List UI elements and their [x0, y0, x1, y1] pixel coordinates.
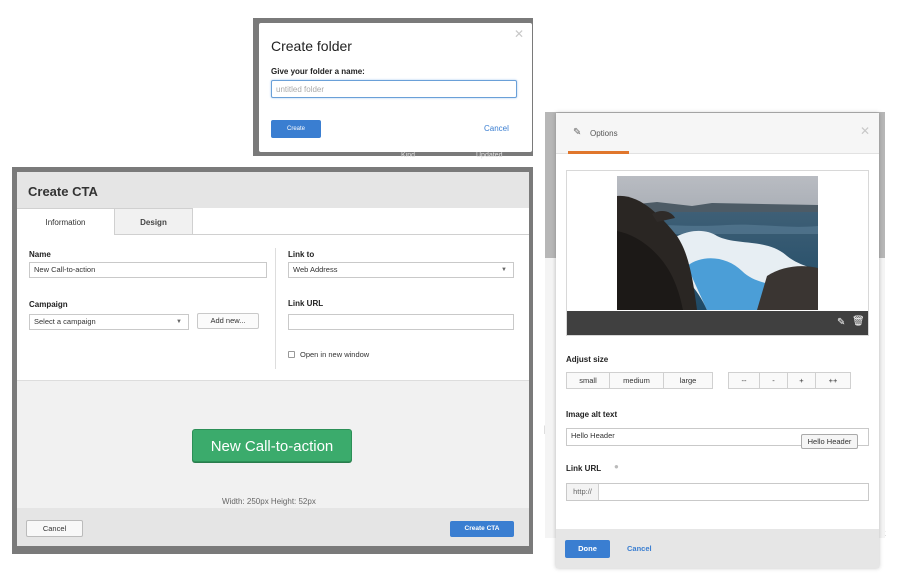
cancel-folder-button[interactable]: Cancel [484, 124, 509, 133]
name-label: Name [29, 250, 51, 259]
step-increase-button[interactable]: + [787, 372, 816, 389]
open-new-window-checkbox[interactable] [288, 351, 295, 358]
cancel-button[interactable]: Cancel [26, 520, 83, 537]
cta-size-text: Width: 250px Height: 52px [222, 497, 316, 506]
image-preview-frame: ✎ 🗑 [566, 170, 869, 336]
close-icon[interactable]: ✕ [860, 124, 870, 138]
link-to-select[interactable]: Web Address ▼ [288, 262, 514, 278]
tab-design[interactable]: Design [115, 208, 193, 235]
cta-dialog-title: Create CTA [28, 184, 98, 199]
step-decrease-large-button[interactable]: -- [728, 372, 760, 389]
options-footer: Done Cancel [556, 529, 879, 568]
open-new-window-label: Open in new window [300, 350, 370, 359]
cancel-button[interactable]: Cancel [627, 544, 652, 553]
link-url-label: Link URL [288, 299, 324, 308]
options-dialog: ✎ Options ✕ ✎ 🗑 Adjust size small medium… [556, 113, 879, 568]
tab-bar-filler [193, 208, 529, 235]
chevron-down-icon: ▼ [176, 319, 182, 325]
step-increase-large-button[interactable]: ++ [815, 372, 851, 389]
link-url-input[interactable] [288, 314, 514, 330]
step-decrease-button[interactable]: - [759, 372, 788, 389]
link-url-input[interactable]: http:// [566, 483, 869, 501]
campaign-select-value: Select a campaign [34, 317, 96, 326]
folder-dialog-title: Create folder [271, 38, 352, 54]
pencil-icon[interactable]: ✎ [837, 317, 845, 328]
close-icon[interactable]: ✕ [514, 27, 524, 41]
name-input[interactable]: New Call-to-action [29, 262, 267, 278]
cta-dialog-header: Create CTA [17, 172, 529, 208]
campaign-select[interactable]: Select a campaign ▼ [29, 314, 189, 330]
tab-information[interactable]: Information [17, 208, 115, 235]
size-large-button[interactable]: large [663, 372, 713, 389]
folder-name-label: Give your folder a name: [271, 67, 365, 76]
create-cta-dialog: Create CTA Information Design Name New C… [17, 172, 529, 546]
tab-options-label: Options [590, 129, 618, 138]
column-divider [275, 248, 276, 369]
image-toolbar: ✎ 🗑 [567, 311, 868, 335]
behind-column-kind: Kind [401, 152, 416, 159]
done-button[interactable]: Done [565, 540, 610, 558]
link-url-label: Link URL [566, 464, 602, 473]
chevron-down-icon: ▼ [501, 267, 507, 273]
create-cta-button[interactable]: Create CTA [450, 521, 514, 537]
link-to-label: Link to [288, 250, 315, 259]
tab-options[interactable]: ✎ Options [568, 113, 629, 154]
alt-text-tooltip: Hello Header [801, 434, 858, 449]
link-to-select-value: Web Address [293, 265, 338, 274]
info-icon[interactable]: ● [614, 462, 619, 471]
cta-dialog-footer: Cancel Create CTA [17, 508, 529, 546]
tab-underline [115, 234, 193, 235]
size-medium-button[interactable]: medium [609, 372, 664, 389]
trash-icon[interactable]: 🗑 [852, 316, 865, 327]
create-folder-button[interactable]: Create [271, 120, 321, 138]
add-new-campaign-button[interactable]: Add new... [197, 313, 259, 329]
folder-name-input[interactable] [271, 80, 517, 98]
cta-preview-button[interactable]: New Call-to-action [192, 429, 352, 462]
http-prefix: http:// [567, 484, 599, 500]
edit-icon: ✎ [573, 127, 582, 138]
create-folder-dialog: Create folder ✕ Give your folder a name:… [259, 23, 532, 152]
behind-column-updated: Updated [476, 152, 503, 159]
image-alt-text-label: Image alt text [566, 410, 618, 419]
campaign-label: Campaign [29, 300, 68, 309]
cta-preview-area: New Call-to-action Width: 250px Height: … [17, 380, 529, 508]
adjust-size-label: Adjust size [566, 355, 609, 364]
options-header: ✎ Options ✕ [556, 113, 879, 154]
ocean-rocks-image [617, 176, 818, 310]
size-small-button[interactable]: small [566, 372, 610, 389]
